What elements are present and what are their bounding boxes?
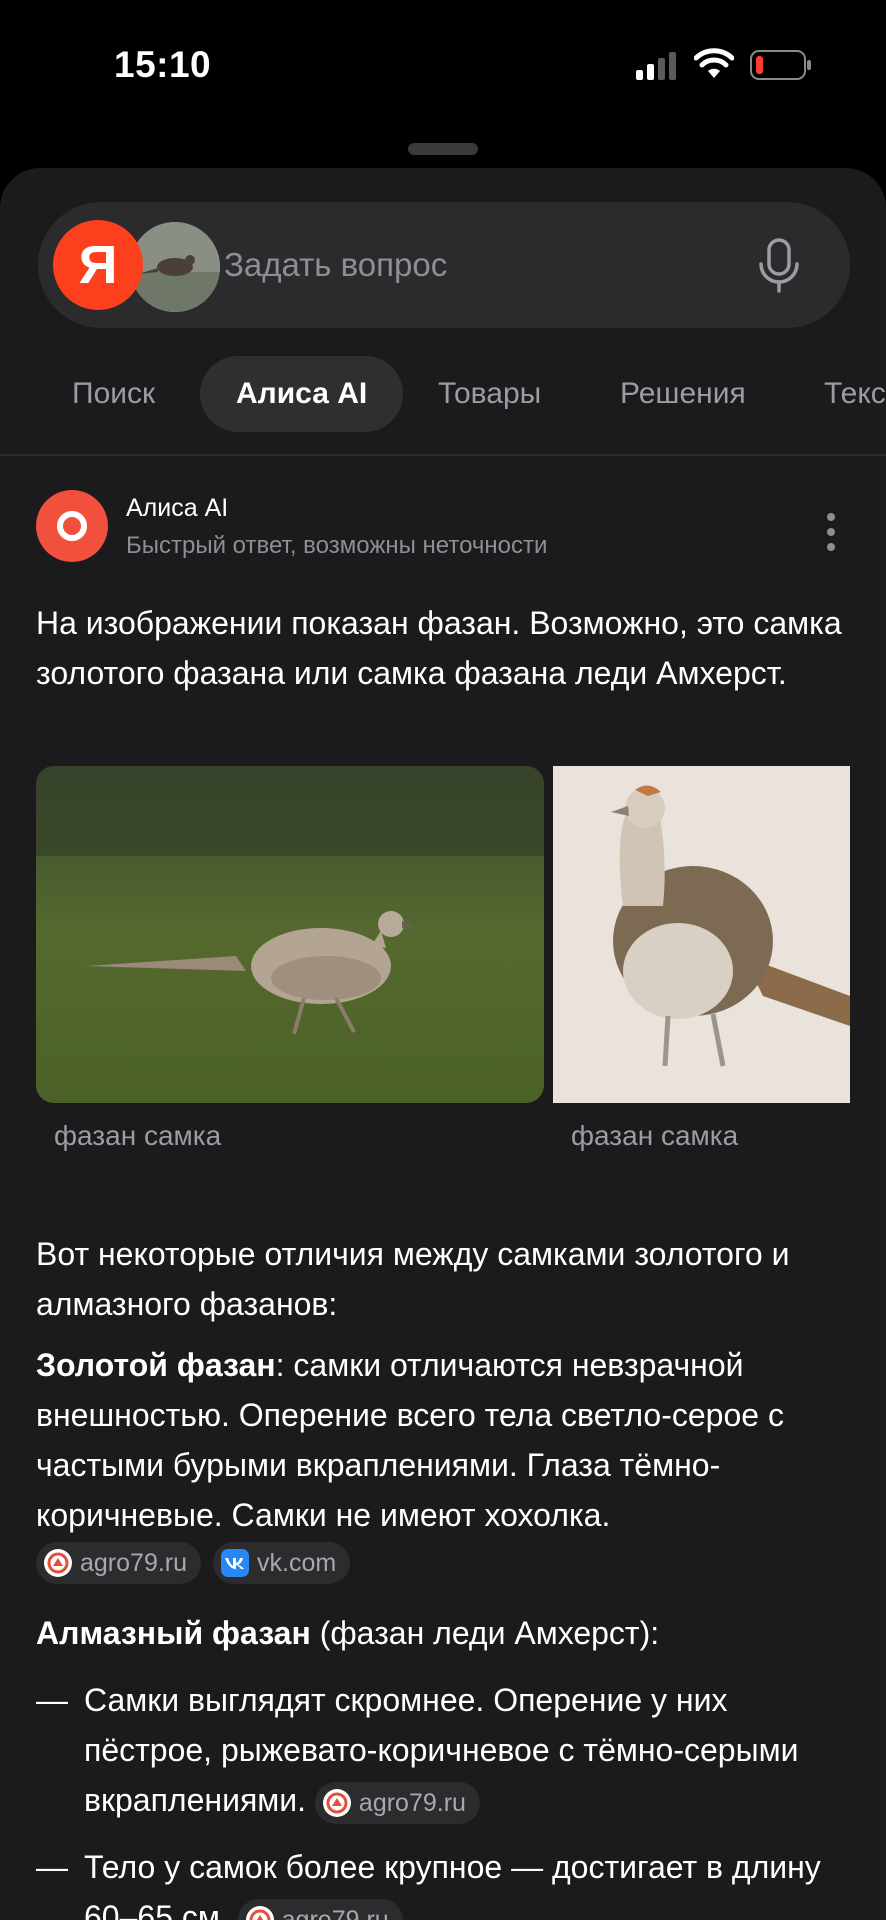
list-bullet: — xyxy=(36,1849,68,1885)
list-item-text: Тело у самок более крупное — достигает в… xyxy=(84,1842,854,1920)
golden-pheasant-paragraph: Золотой фазан: самки отличаются невзрачн… xyxy=(36,1340,856,1540)
status-bar: 15:10 xyxy=(0,0,886,130)
answer-source-subtitle: Быстрый ответ, возможны неточности xyxy=(126,532,548,559)
search-input[interactable] xyxy=(224,232,744,298)
answer-lead: Вот некоторые отличия между самками золо… xyxy=(36,1236,790,1322)
result-image-2[interactable] xyxy=(553,766,850,1103)
source-chip-label: agro79.ru xyxy=(358,1788,466,1817)
tab-search[interactable]: Поиск xyxy=(72,356,155,432)
image-1-caption[interactable]: фазан самка xyxy=(54,1120,221,1152)
status-time: 15:10 xyxy=(114,44,212,85)
alice-logo-icon xyxy=(36,490,108,562)
agro79-favicon-icon xyxy=(245,1905,274,1920)
tab-texts[interactable]: Текс xyxy=(824,356,886,432)
source-chip-label: agro79.ru xyxy=(80,1549,188,1577)
list-item: — Тело у самок более крупное — достигает… xyxy=(36,1842,856,1920)
answer-intro: На изображении показан фазан. Возможно, … xyxy=(36,605,842,691)
source-chip-agro79[interactable]: agro79.ru xyxy=(237,1898,403,1920)
tab-alice-ai[interactable]: Алиса AI xyxy=(200,356,404,432)
image-2-caption[interactable]: фазан самка xyxy=(571,1120,738,1152)
result-image-1[interactable] xyxy=(36,766,544,1103)
agro79-favicon-icon xyxy=(322,1788,351,1817)
diamond-pheasant-title: Алмазный фазан xyxy=(36,1615,311,1651)
tab-products[interactable]: Товары xyxy=(438,356,541,432)
more-options-icon[interactable] xyxy=(826,512,836,552)
battery-icon xyxy=(750,50,811,80)
search-bar[interactable]: Я xyxy=(38,202,850,328)
yandex-logo[interactable]: Я xyxy=(53,220,143,310)
source-chip-agro79[interactable]: agro79.ru xyxy=(314,1781,480,1824)
agro79-favicon-icon xyxy=(44,1549,72,1577)
sheet-grabber[interactable] xyxy=(408,143,478,155)
tabs-divider xyxy=(0,454,886,456)
golden-pheasant-title: Золотой фазан xyxy=(36,1347,276,1383)
diamond-pheasant-heading: Алмазный фазан (фазан леди Амхерст): xyxy=(36,1608,856,1658)
wifi-icon xyxy=(694,48,734,78)
list-item: — Самки выглядят скромнее. Оперение у ни… xyxy=(36,1675,856,1825)
answer-header: Алиса AI Быстрый ответ, возможны неточно… xyxy=(36,490,850,580)
source-chip-agro79[interactable]: agro79.ru xyxy=(36,1542,202,1584)
search-tabs: Поиск Алиса AI Товары Решения Текс xyxy=(0,356,886,436)
microphone-icon[interactable] xyxy=(746,232,812,298)
source-chip-label: agro79.ru xyxy=(281,1905,389,1920)
list-item-text: Самки выглядят скромнее. Оперение у них … xyxy=(84,1675,854,1825)
vk-favicon-icon xyxy=(221,1549,250,1577)
cellular-signal-icon xyxy=(636,52,676,80)
answer-source-name: Алиса AI xyxy=(126,494,229,522)
tab-solutions[interactable]: Решения xyxy=(620,356,746,432)
list-bullet: — xyxy=(36,1682,68,1718)
golden-sources: agro79.ru vk.com xyxy=(36,1542,362,1584)
list-item-content: Тело у самок более крупное — достигает в… xyxy=(84,1849,821,1920)
source-chip-vk[interactable]: vk.com xyxy=(213,1542,351,1584)
diamond-pheasant-text: (фазан леди Амхерст): xyxy=(310,1615,660,1651)
source-chip-label: vk.com xyxy=(257,1549,337,1577)
results-sheet: Я Поиск Алиса AI Товары Решения Текс xyxy=(0,168,886,1920)
